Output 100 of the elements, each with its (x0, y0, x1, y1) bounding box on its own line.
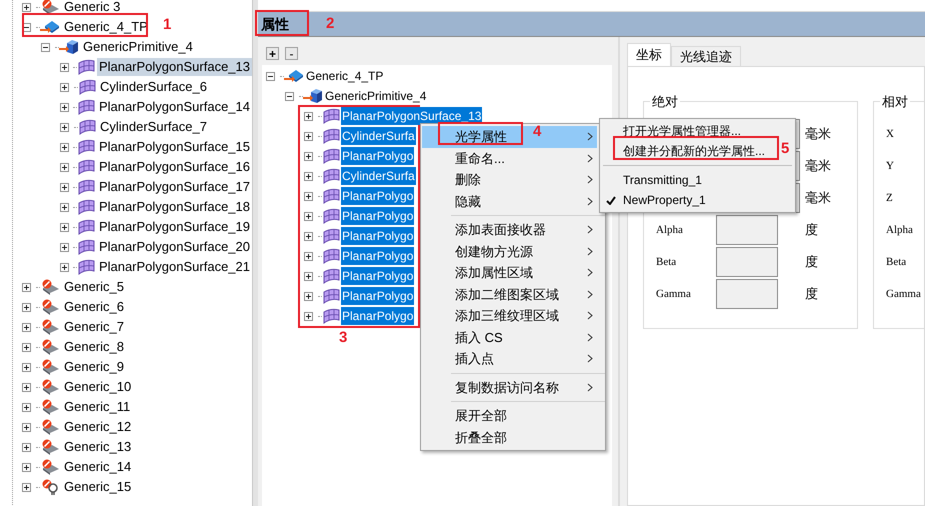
tree-item[interactable]: Generic_9 (62, 358, 126, 376)
menu-item[interactable]: 添加属性区域 (422, 262, 597, 284)
tree-item[interactable]: CylinderSurface_6 (98, 78, 209, 96)
expand-icon[interactable] (304, 312, 313, 320)
menu-item[interactable]: 折叠全部 (422, 426, 597, 448)
menu-item[interactable]: 插入点 (422, 348, 597, 370)
menu-item[interactable]: 插入 CS (422, 326, 597, 348)
expand-icon[interactable] (22, 302, 31, 312)
expand-icon[interactable] (304, 112, 313, 120)
tree-item[interactable]: Generic_8 (62, 338, 126, 356)
tree-item[interactable]: PlanarPolygo (341, 187, 414, 205)
tree-item[interactable]: PlanarPolygo (341, 147, 414, 165)
expand-icon[interactable] (60, 162, 69, 172)
expand-all-button[interactable]: + (266, 47, 279, 60)
expand-icon[interactable] (22, 462, 31, 472)
tree-item[interactable]: Generic_5 (62, 278, 126, 296)
tree-item[interactable]: Generic_7 (62, 318, 126, 336)
tree-item[interactable]: GenericPrimitive_4 (81, 38, 195, 56)
tree-item[interactable]: PlanarPolygonSurface_21 (96, 258, 252, 276)
tree-item[interactable]: PlanarPolygonSurface_17 (96, 178, 252, 196)
tab[interactable]: 光线追迹 (671, 46, 741, 66)
expand-icon[interactable] (22, 482, 31, 492)
menu-item[interactable]: NewProperty_1 (600, 190, 708, 210)
tree-item[interactable]: PlanarPolygonSurface_18 (96, 198, 252, 216)
expand-icon[interactable] (60, 182, 69, 192)
expand-icon[interactable] (60, 122, 69, 132)
expand-icon[interactable] (304, 152, 313, 160)
expand-icon[interactable] (60, 142, 69, 152)
expand-icon[interactable] (60, 222, 69, 232)
tree-item[interactable]: Generic_14 (62, 458, 134, 476)
tree-item[interactable]: Generic_6 (62, 298, 126, 316)
tree-item[interactable]: CylinderSurfa (341, 127, 416, 145)
menu-item[interactable]: 创建物方光源 (422, 240, 597, 262)
expand-icon[interactable] (22, 442, 31, 452)
surface-icon (76, 159, 95, 175)
expand-icon[interactable] (304, 252, 313, 260)
collapse-icon[interactable] (266, 72, 275, 80)
expand-icon[interactable] (304, 232, 313, 240)
expand-icon[interactable] (304, 172, 313, 180)
expand-icon[interactable] (22, 422, 31, 432)
expand-icon[interactable] (304, 272, 313, 280)
menu-item[interactable]: 删除 (422, 169, 597, 190)
expand-icon[interactable] (60, 102, 69, 112)
collapse-icon[interactable] (41, 42, 50, 52)
tree-item[interactable]: PlanarPolygo (341, 287, 414, 305)
tree-item[interactable]: Generic_11 (62, 398, 132, 416)
tree-item[interactable]: Generic_4_TP (305, 67, 384, 85)
menu-item[interactable]: Transmitting_1 (600, 170, 704, 190)
collapse-all-button[interactable]: - (285, 47, 298, 60)
expand-icon[interactable] (304, 192, 313, 200)
menu-item[interactable]: 创建并分配新的光学属性... (600, 141, 768, 161)
tree-item[interactable]: PlanarPolygo (341, 227, 414, 245)
input-field[interactable] (716, 247, 778, 277)
expand-icon[interactable] (22, 402, 31, 412)
menu-item[interactable]: 重命名... (422, 148, 597, 169)
menu-item[interactable]: 添加表面接收器 (422, 219, 597, 240)
tree-item[interactable]: PlanarPolygonSurface_15 (96, 138, 252, 156)
input-field[interactable] (716, 215, 778, 245)
tree-item[interactable]: Generic_15 (62, 478, 134, 496)
expand-icon[interactable] (60, 262, 69, 272)
tree-item[interactable]: Generic_12 (62, 418, 134, 436)
expand-icon[interactable] (304, 132, 313, 140)
tree-item[interactable]: PlanarPolygonSurface_19 (96, 218, 252, 236)
expand-icon[interactable] (22, 282, 31, 292)
tree-item[interactable]: Generic 3 (62, 0, 122, 16)
expand-icon[interactable] (60, 202, 69, 212)
tree-item[interactable]: PlanarPolygonSurface_14 (96, 98, 252, 116)
menu-item[interactable]: 展开全部 (422, 405, 597, 426)
menu-item[interactable]: 复制数据访问名称 (422, 376, 597, 398)
expand-icon[interactable] (22, 322, 31, 332)
expand-icon[interactable] (22, 2, 31, 12)
surface-icon (78, 119, 96, 135)
tree-item[interactable]: PlanarPolygonSurface_13 (341, 107, 482, 125)
tree-item[interactable]: PlanarPolygo (341, 207, 414, 225)
expand-icon[interactable] (22, 382, 31, 392)
tree-item[interactable]: PlanarPolygo (341, 247, 414, 265)
expand-icon[interactable] (60, 82, 69, 92)
tree-item[interactable]: GenericPrimitive_4 (324, 87, 428, 105)
menu-item[interactable]: 添加二维图案区域 (422, 284, 597, 305)
expand-icon[interactable] (304, 212, 313, 220)
input-field[interactable] (716, 279, 778, 309)
tree-item[interactable]: CylinderSurface_7 (98, 118, 209, 136)
expand-icon[interactable] (304, 292, 313, 300)
menu-item[interactable]: 隐藏 (422, 190, 597, 212)
tab[interactable]: 坐标 (627, 43, 671, 66)
tree-item[interactable]: PlanarPolygonSurface_20 (96, 238, 252, 256)
tree-item[interactable]: CylinderSurfa (341, 167, 416, 185)
tree-item[interactable]: PlanarPolygo (341, 267, 414, 285)
tree-item[interactable]: PlanarPolygo (341, 307, 414, 325)
expand-icon[interactable] (60, 62, 69, 72)
collapse-icon[interactable] (285, 92, 294, 100)
tree-item[interactable]: PlanarPolygonSurface_16 (96, 158, 252, 176)
expand-icon[interactable] (60, 242, 69, 252)
expand-icon[interactable] (22, 342, 31, 352)
menu-item[interactable]: 添加三维纹理区域 (422, 305, 597, 326)
tree-item[interactable]: Generic_10 (62, 378, 134, 396)
tree-item[interactable]: Generic_4_TP (62, 18, 150, 36)
tree-item[interactable]: PlanarPolygonSurface_13 (96, 58, 252, 76)
expand-icon[interactable] (22, 362, 31, 372)
tree-item[interactable]: Generic_13 (62, 438, 134, 456)
